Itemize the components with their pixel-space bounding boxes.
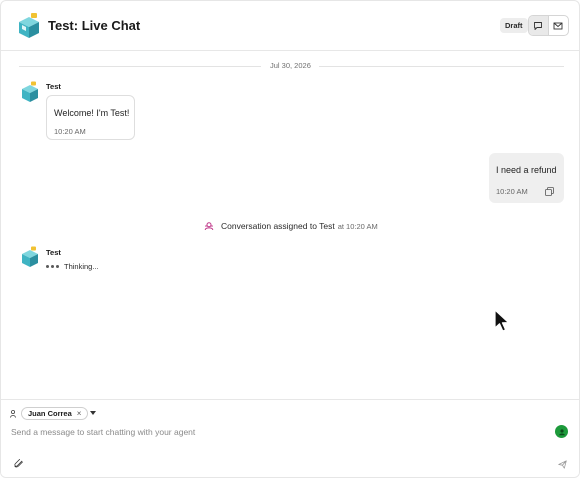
divider (19, 66, 261, 67)
typing-dot (51, 264, 54, 268)
user-icon (10, 410, 16, 418)
send-icon[interactable] (558, 460, 567, 469)
draft-badge: Draft (500, 18, 528, 33)
agent-status-button[interactable] (555, 425, 568, 438)
message-sender: Test (46, 82, 61, 91)
message-input[interactable] (11, 425, 541, 439)
conversation-date: Jul 30, 2026 (270, 61, 311, 70)
agent-avatar-icon (22, 81, 38, 102)
chat-view-button[interactable] (529, 16, 549, 35)
message-text: Welcome! I'm Test! (54, 108, 130, 118)
chat-window: Test: Live Chat Draft Jul 30, 2026 Test … (0, 0, 580, 478)
copy-icon[interactable] (545, 187, 554, 196)
chat-bubble-icon (534, 21, 543, 30)
header: Test: Live Chat Draft (1, 1, 579, 51)
incoming-message: Welcome! I'm Test! 10:20 AM (46, 95, 135, 140)
agent-cube-avatar-icon (19, 13, 39, 38)
message-time: 10:20 AM (54, 127, 86, 136)
channel-toggle (528, 15, 569, 36)
assignee-chip[interactable]: Juan Correa × (21, 407, 89, 420)
assignment-time: at 10:20 AM (337, 221, 378, 231)
agent-status-icon (558, 428, 565, 435)
message-text: I need a refund (496, 165, 557, 175)
assignee-name: Juan Correa (28, 409, 72, 418)
email-view-button[interactable] (549, 16, 568, 35)
agent-avatar-icon (22, 246, 38, 267)
chevron-down-icon[interactable] (90, 411, 96, 415)
date-separator: Jul 30, 2026 (19, 60, 564, 72)
typing-sender: Test (46, 248, 61, 257)
message-composer: Juan Correa × (1, 399, 579, 477)
typing-text: Thinking... (64, 261, 99, 271)
message-time: 10:20 AM (496, 187, 528, 196)
mail-icon (553, 22, 563, 29)
mouse-pointer-icon (494, 309, 510, 332)
typing-dot (46, 264, 49, 268)
assignment-event: Conversation assigned to Test at 10:20 A… (204, 220, 378, 232)
page-title: Test: Live Chat (48, 18, 141, 33)
divider (319, 66, 564, 67)
remove-assignee-icon[interactable]: × (77, 409, 82, 418)
typing-dot (56, 264, 59, 268)
paperclip-icon[interactable] (14, 459, 24, 468)
typing-indicator: Thinking... (46, 261, 99, 271)
outgoing-message: I need a refund 10:20 AM (489, 153, 564, 203)
assign-agent-icon (204, 222, 214, 231)
assignment-text: Conversation assigned to Test (221, 221, 335, 231)
